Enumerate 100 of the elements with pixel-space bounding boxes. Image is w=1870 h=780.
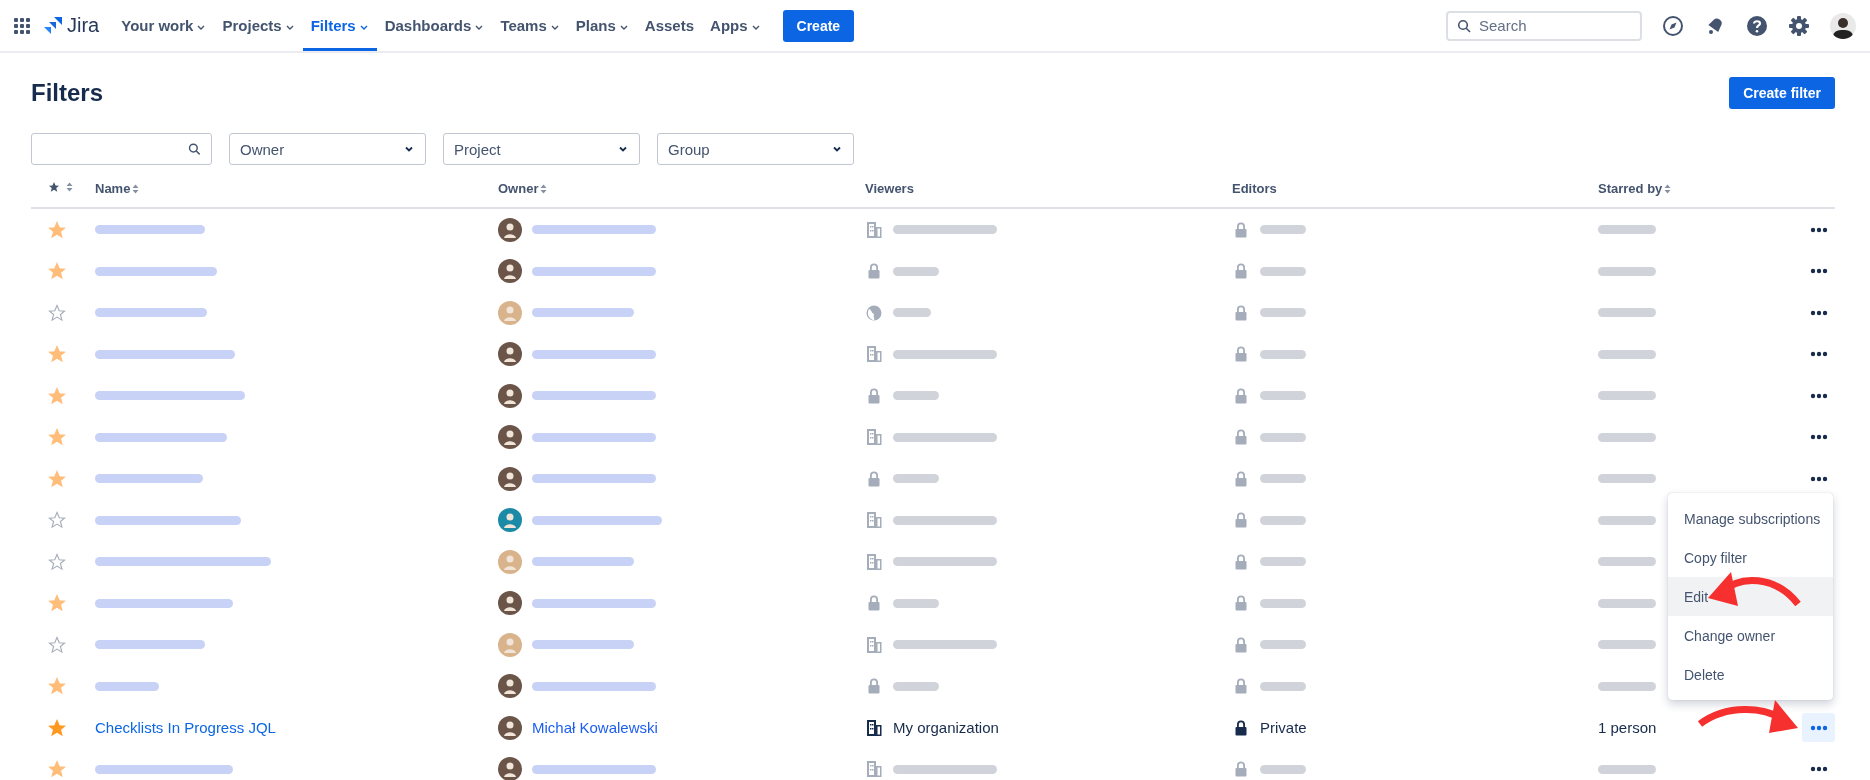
filter-dropdown[interactable]: Group	[657, 133, 854, 165]
nav-item[interactable]: Assets	[636, 0, 703, 51]
ellipsis-icon	[1809, 226, 1828, 233]
blurred-text-bar	[1260, 640, 1306, 650]
column-header[interactable]: Starred by	[1598, 181, 1663, 196]
star-icon[interactable]	[48, 677, 66, 696]
star-icon[interactable]	[48, 345, 66, 364]
blurred-text-bar	[1598, 266, 1656, 276]
blurred-text-bar	[1598, 557, 1656, 567]
blurred-text-bar	[1260, 764, 1306, 774]
filter-search-field[interactable]	[31, 133, 212, 165]
blurred-text-bar	[1260, 432, 1306, 442]
star-icon[interactable]	[48, 760, 66, 779]
blurred-text-bar	[893, 681, 939, 691]
sort-icon[interactable]	[132, 183, 140, 194]
building-icon	[865, 511, 883, 530]
star-icon[interactable]	[48, 220, 66, 239]
building-icon	[865, 552, 883, 571]
globe-icon	[865, 303, 883, 322]
menu-item[interactable]: Delete	[1684, 666, 1725, 683]
ellipsis-icon	[1809, 392, 1828, 399]
star-column-icon[interactable]	[48, 181, 60, 193]
compass-icon[interactable]	[1662, 14, 1684, 37]
star-icon[interactable]	[48, 386, 66, 405]
building-icon	[865, 635, 883, 654]
help-icon[interactable]	[1746, 14, 1768, 37]
star-icon[interactable]	[48, 262, 66, 281]
column-header[interactable]: Name	[95, 181, 131, 196]
building-icon	[865, 220, 883, 239]
blurred-text-bar	[1598, 681, 1656, 691]
viewers-label: My organization	[893, 719, 999, 737]
nav-item[interactable]: Projects	[214, 0, 303, 51]
nav-item[interactable]: Filters	[302, 0, 377, 51]
ellipsis-icon	[1809, 724, 1828, 731]
column-header[interactable]: Viewers	[865, 181, 914, 196]
ellipsis-icon	[1809, 475, 1828, 482]
blurred-text-bar	[1260, 349, 1306, 359]
star-icon[interactable]	[48, 428, 66, 447]
blurred-text-bar	[1260, 557, 1306, 567]
star-icon[interactable]	[48, 552, 66, 571]
ellipsis-icon	[1809, 766, 1828, 773]
blurred-text-bar	[1598, 349, 1656, 359]
page-title: Filters	[31, 79, 104, 107]
user-avatar[interactable]	[1830, 12, 1856, 39]
sort-icon[interactable]	[66, 182, 73, 192]
menu-item[interactable]: Manage subscriptions	[1684, 510, 1821, 527]
blurred-text-bar	[1260, 681, 1306, 691]
app-switcher-icon[interactable]	[14, 17, 30, 34]
product-name[interactable]: Jira	[67, 14, 100, 37]
sort-icon[interactable]	[1664, 183, 1672, 194]
settings-icon[interactable]	[1788, 14, 1810, 37]
star-icon[interactable]	[48, 594, 66, 613]
filter-dropdown[interactable]: Owner	[229, 133, 426, 165]
filter-name-link[interactable]: Checklists In Progress JQL	[95, 719, 276, 737]
editors-label: Private	[1260, 719, 1307, 737]
star-icon[interactable]	[48, 511, 66, 530]
create-button[interactable]: Create	[782, 9, 855, 42]
menu-item[interactable]: Edit	[1684, 588, 1709, 605]
blurred-text-bar	[1598, 432, 1656, 442]
blurred-text-bar	[1260, 598, 1306, 608]
blurred-text-bar	[1598, 515, 1656, 525]
menu-item[interactable]: Change owner	[1684, 627, 1776, 644]
blurred-text-bar	[1260, 225, 1306, 235]
filter-dropdown[interactable]: Project	[443, 133, 640, 165]
building-icon	[865, 718, 883, 737]
star-icon[interactable]	[48, 635, 66, 654]
search-icon	[188, 142, 201, 156]
ellipsis-icon	[1809, 434, 1828, 441]
blurred-text-bar	[1598, 308, 1656, 318]
nav-item[interactable]: Dashboards	[376, 0, 493, 51]
blurred-text-bar	[1260, 515, 1306, 525]
owner-link[interactable]: Michał Kowalewski	[532, 719, 658, 737]
nav-item[interactable]: Apps	[702, 0, 769, 51]
column-header[interactable]: Editors	[1232, 181, 1277, 196]
nav-item[interactable]: Teams	[492, 0, 568, 51]
blurred-text-bar	[1598, 391, 1656, 401]
blurred-text-bar	[1598, 640, 1656, 650]
ellipsis-icon	[1809, 268, 1828, 275]
blurred-text-bar	[893, 474, 939, 484]
search-icon	[1457, 18, 1471, 33]
blurred-text-bar	[1598, 225, 1656, 235]
create-filter-button[interactable]: Create filter	[1729, 77, 1835, 109]
search-field[interactable]: Search	[1446, 10, 1642, 41]
starred-by-count: 1 person	[1598, 719, 1657, 737]
nav-item[interactable]: Plans	[567, 0, 637, 51]
star-icon[interactable]	[48, 303, 66, 322]
blurred-text-bar	[1598, 474, 1656, 484]
building-icon	[865, 760, 883, 779]
blurred-text-bar	[893, 266, 939, 276]
sort-icon[interactable]	[540, 183, 548, 194]
star-icon[interactable]	[48, 469, 66, 488]
blurred-text-bar	[893, 308, 931, 318]
nav-item[interactable]: Your work	[113, 0, 215, 51]
blurred-text-bar	[893, 598, 939, 608]
menu-item[interactable]: Copy filter	[1684, 549, 1748, 566]
building-icon	[865, 345, 883, 364]
column-header[interactable]: Owner	[498, 181, 539, 196]
building-icon	[865, 428, 883, 447]
star-icon[interactable]	[48, 718, 66, 737]
blurred-text-bar	[893, 391, 939, 401]
